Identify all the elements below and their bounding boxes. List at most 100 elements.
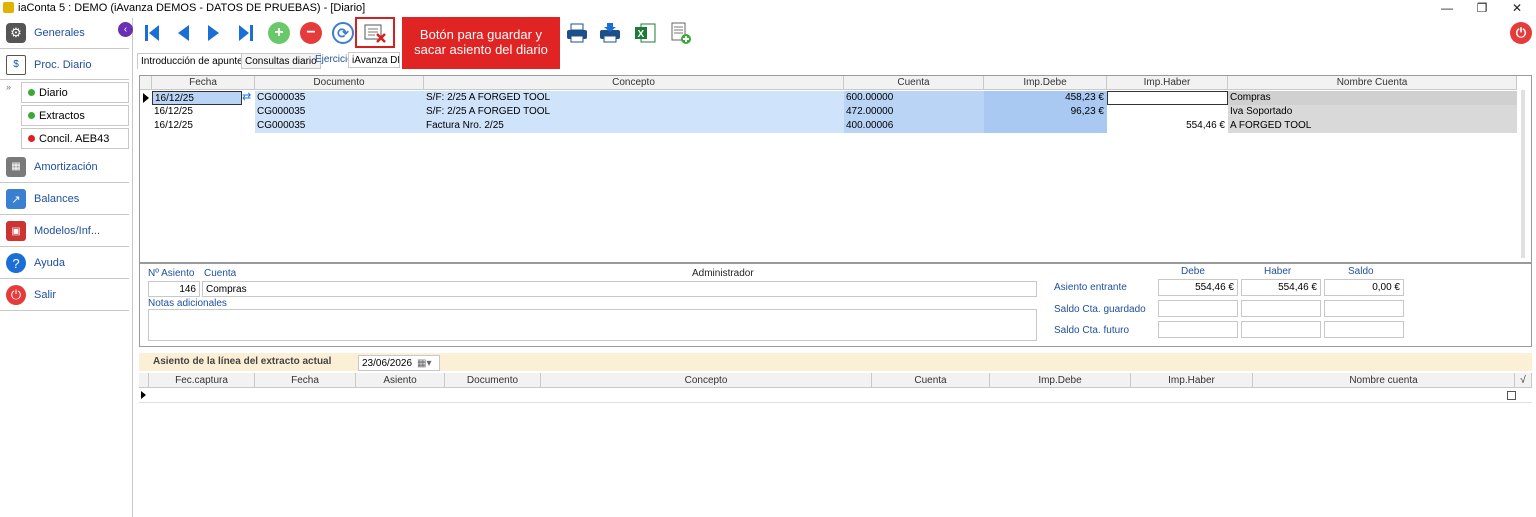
delete-record-button[interactable]: − [298, 20, 324, 46]
extract-date-value: 23/06/2026 [362, 358, 413, 369]
column-header[interactable]: Nombre cuenta [1253, 373, 1515, 388]
sidebar-item-ayuda[interactable]: ? Ayuda [0, 248, 129, 279]
cell-cuenta[interactable]: 400.00006 [844, 119, 984, 133]
table-row[interactable]: 16/12/25 CG000035 Factura Nro. 2/25 400.… [140, 119, 1517, 134]
column-header[interactable]: Cuenta [872, 373, 990, 388]
print-button[interactable] [564, 20, 590, 46]
cell-documento[interactable]: CG000035 [255, 119, 424, 133]
cell-cuenta[interactable]: 472.00000 [844, 105, 984, 119]
cell-cuenta[interactable]: 600.00000 [844, 91, 984, 105]
guardado-saldo-field [1324, 300, 1404, 317]
cell-haber[interactable] [1107, 91, 1228, 105]
previous-icon [178, 25, 189, 41]
print-preview-button[interactable] [597, 20, 623, 46]
cell-nombre-cuenta[interactable]: A FORGED TOOL [1228, 119, 1517, 133]
column-header[interactable]: Imp.Debe [990, 373, 1131, 388]
notas-field[interactable] [148, 309, 1037, 341]
notas-label: Notas adicionales [148, 298, 227, 309]
table-row[interactable]: 16/12/25 ⇄ CG000035 S/F: 2/25 A FORGED T… [140, 91, 1517, 106]
refresh-button[interactable]: ⟳ [330, 20, 356, 46]
calendar-icon[interactable]: ▦▾ [417, 356, 431, 371]
extract-grid: Fec.captura Fecha Asiento Documento Conc… [139, 373, 1532, 403]
row-checkbox[interactable] [1507, 391, 1516, 400]
export-excel-button[interactable]: X [632, 20, 658, 46]
vertical-scrollbar[interactable] [1521, 90, 1525, 258]
sidebar-item-amortizacion[interactable]: ▦ Amortización [0, 151, 129, 183]
maximize-button[interactable]: ❐ [1465, 0, 1499, 17]
column-header[interactable]: Cuenta [844, 76, 984, 90]
cell-concepto[interactable]: S/F: 2/25 A FORGED TOOL [424, 105, 844, 119]
nro-asiento-field[interactable]: 146 [148, 281, 200, 297]
column-header[interactable]: Fecha [255, 373, 356, 388]
extract-date-picker[interactable]: 23/06/2026 ▦▾ [358, 355, 440, 371]
sidebar-item-balances[interactable]: ↗ Balances [0, 184, 129, 215]
table-row[interactable]: 16/12/25 CG000035 S/F: 2/25 A FORGED TOO… [140, 105, 1517, 120]
sidebar-item-salir[interactable]: ⏻ Salir [0, 280, 129, 311]
report-add-icon [671, 22, 691, 44]
help-icon: ? [6, 253, 26, 273]
column-header[interactable]: √ [1515, 373, 1532, 388]
cell-documento[interactable]: CG000035 [255, 105, 424, 119]
cell-nombre-cuenta[interactable]: Iva Soportado [1228, 105, 1517, 119]
column-header[interactable]: Fecha [152, 76, 255, 90]
first-record-button[interactable] [139, 20, 165, 46]
cell-concepto[interactable]: Factura Nro. 2/25 [424, 119, 844, 133]
power-icon: ⏻ [6, 285, 26, 305]
column-header[interactable]: Nombre Cuenta [1228, 76, 1517, 90]
sidebar-subitem-label: Concil. AEB43 [39, 132, 110, 145]
status-dot-icon [28, 135, 35, 142]
column-header[interactable]: Asiento [356, 373, 445, 388]
ejercicio-select[interactable]: iAvanza DEMO [348, 52, 400, 68]
column-header[interactable]: Fec.captura [149, 373, 255, 388]
cell-fecha[interactable]: 16/12/25 [152, 105, 255, 119]
column-header[interactable]: Documento [255, 76, 424, 90]
presentation-icon: ▣ [6, 221, 26, 241]
tab-introduccion-apuntes[interactable]: Introducción de apuntes [137, 53, 252, 69]
sidebar-subitem-label: Diario [39, 86, 68, 99]
sidebar-item-modelos[interactable]: ▣ Modelos/Inf... [0, 216, 129, 247]
table-row[interactable] [139, 388, 1532, 403]
cell-nombre-cuenta[interactable]: Compras [1228, 91, 1517, 105]
entrante-haber-field: 554,46 € [1241, 279, 1321, 296]
cell-debe[interactable]: 96,23 € [984, 105, 1107, 119]
extract-header: Asiento de la línea del extracto actual … [139, 353, 1532, 371]
add-record-button[interactable]: + [266, 20, 292, 46]
sidebar-item-proc-diario[interactable]: $ Proc. Diario [0, 50, 129, 80]
cell-fecha[interactable]: 16/12/25 [152, 119, 255, 133]
tab-consultas-diario[interactable]: Consultas diario [241, 53, 321, 69]
cell-debe[interactable]: 458,23 € [984, 91, 1107, 105]
sidebar-subitem-concil-aeb43[interactable]: Concil. AEB43 [21, 128, 129, 149]
next-record-button[interactable] [201, 20, 227, 46]
current-row-icon [141, 391, 146, 399]
last-icon [239, 25, 253, 41]
close-button[interactable]: ✕ [1500, 0, 1534, 17]
cell-documento[interactable]: CG000035 [255, 91, 424, 105]
exit-button[interactable]: ⏻ [1508, 20, 1534, 46]
cell-debe[interactable] [984, 119, 1107, 133]
save-and-remove-entry-button[interactable] [362, 20, 388, 46]
sidebar-item-generales[interactable]: ⚙ Generales [0, 18, 129, 49]
column-header[interactable]: Imp.Debe [984, 76, 1107, 90]
cell-haber[interactable]: 554,46 € [1107, 119, 1228, 133]
window-title: iaConta 5 : DEMO (iAvanza DEMOS - DATOS … [18, 2, 366, 14]
cell-haber[interactable] [1107, 105, 1228, 119]
swap-icon[interactable]: ⇄ [242, 91, 255, 105]
sidebar-subitem-extractos[interactable]: Extractos [21, 105, 129, 126]
sidebar-subitem-diario[interactable]: Diario [21, 82, 129, 103]
previous-record-button[interactable] [170, 20, 196, 46]
status-dot-icon [28, 112, 35, 119]
journal-icon: $ [6, 54, 26, 75]
cell-concepto[interactable]: S/F: 2/25 A FORGED TOOL [424, 91, 844, 105]
column-header[interactable]: Concepto [424, 76, 844, 90]
cuenta-field[interactable]: Compras [202, 281, 1037, 297]
column-header[interactable]: Imp.Haber [1107, 76, 1228, 90]
guardado-haber-field [1241, 300, 1321, 317]
column-header[interactable]: Imp.Haber [1131, 373, 1253, 388]
sidebar-item-label: Generales [34, 27, 85, 39]
last-record-button[interactable] [233, 20, 259, 46]
column-header[interactable]: Documento [445, 373, 541, 388]
column-header[interactable]: Concepto [541, 373, 872, 388]
cell-fecha[interactable]: 16/12/25 [152, 91, 242, 105]
report-button[interactable] [668, 20, 694, 46]
minimize-button[interactable]: — [1430, 0, 1464, 17]
